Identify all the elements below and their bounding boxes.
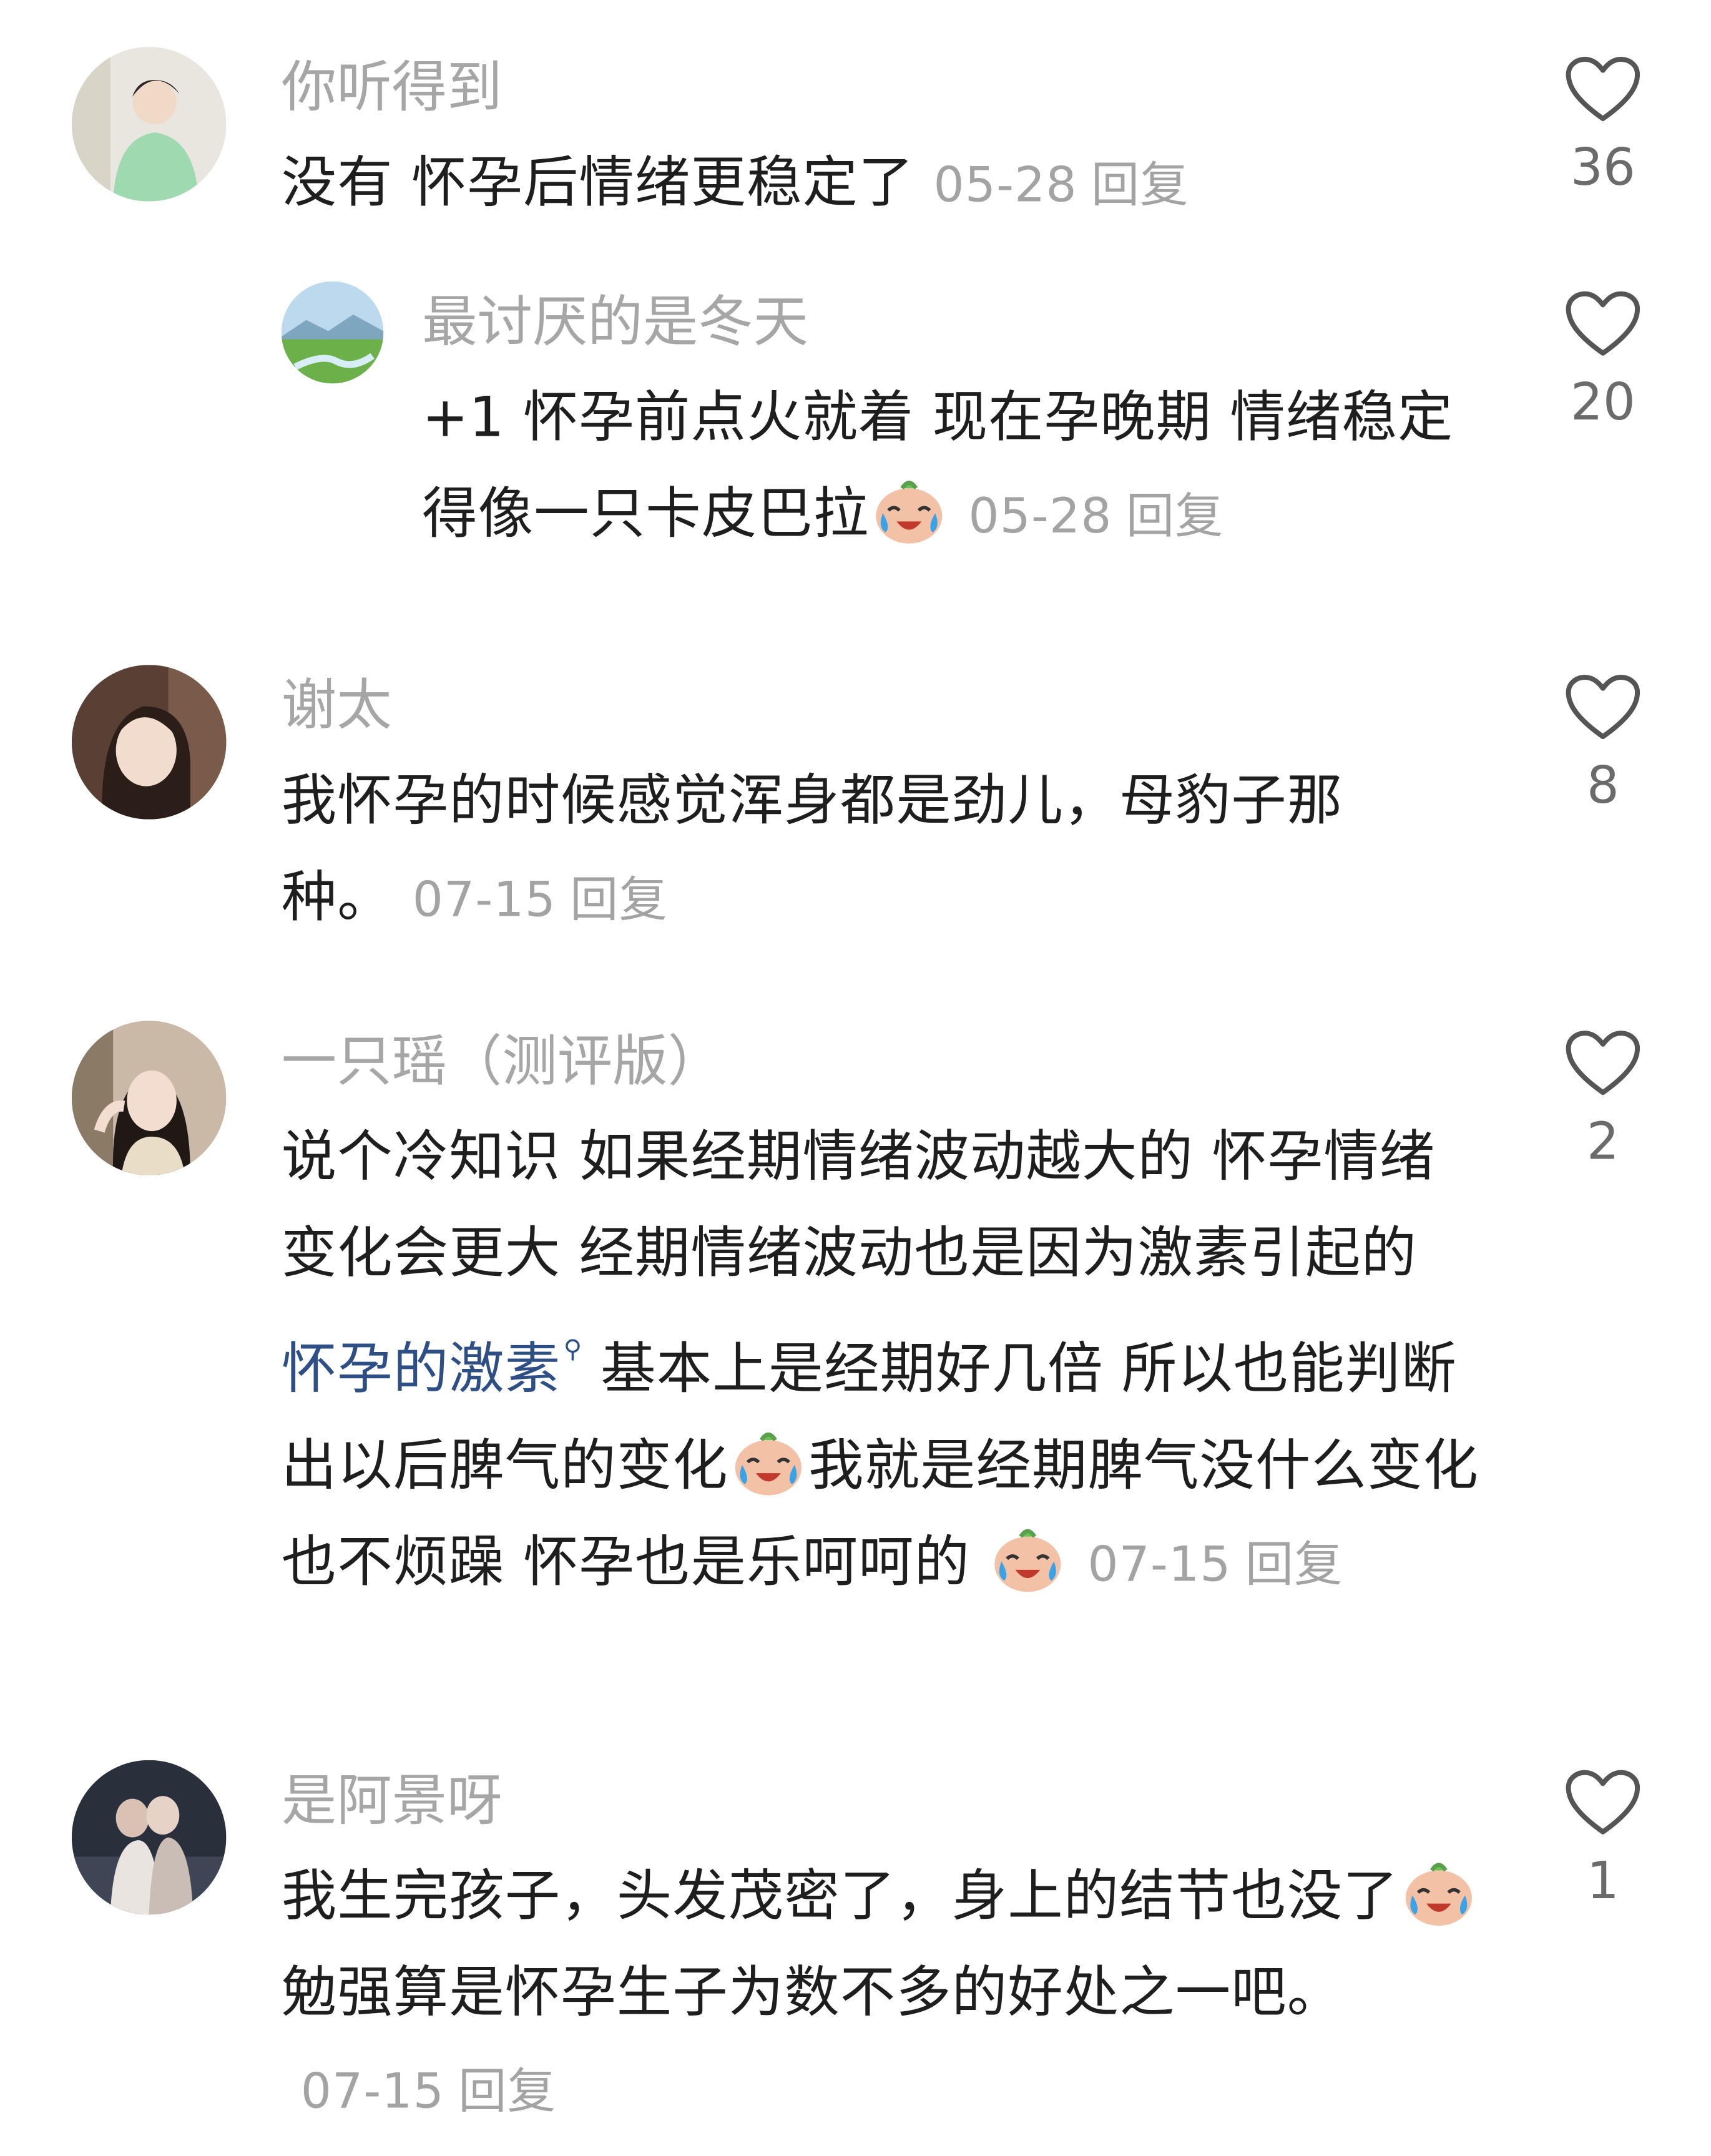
like-count: 8 [1586, 755, 1619, 816]
search-link[interactable]: 怀孕的激素 [282, 1338, 561, 1402]
like-count: 2 [1586, 1112, 1619, 1172]
avatar-landscape-icon [281, 281, 384, 384]
comment-text: 没有 怀孕后情绪更稳定了 05-28 回复 [282, 135, 1496, 235]
search-icon: ⚲ [563, 1335, 582, 1365]
comment-text-part2: 勉强算是怀孕生子为数不多的好处之一吧。 [281, 1961, 1343, 2026]
comment-text-part1: 我生完孩子，头发茂密了，身上的结节也没了 [281, 1864, 1399, 1929]
comment-date: 05-28 [933, 159, 1077, 214]
heart-icon [1566, 291, 1640, 356]
heart-icon [1566, 1031, 1640, 1095]
comment-text: 我怀孕的时候感觉浑身都是劲儿，母豹子那种。 07-15 回复 [282, 753, 1447, 949]
comment-text: +1 怀孕前点火就着 现在孕晚期 情绪稳定得像一只卡皮巴拉 05-28 回复 [422, 370, 1470, 566]
reply-button[interactable]: 回复 [458, 2065, 556, 2120]
avatar-couple-photo-icon [71, 1760, 227, 1915]
reply-button[interactable]: 回复 [1126, 489, 1224, 544]
username[interactable]: 一只瑶（测评版） [282, 1026, 723, 1098]
like-button[interactable]: 8 [1541, 673, 1665, 816]
like-count: 36 [1570, 137, 1635, 198]
avatar[interactable] [71, 1760, 227, 1915]
like-button[interactable]: 36 [1541, 55, 1665, 198]
avatar-woman-selfie-icon [71, 1021, 227, 1175]
username[interactable]: 谢太 [282, 670, 392, 742]
avatar-person-green-shirt-icon [71, 47, 227, 202]
comment-text: 我生完孩子，头发茂密了，身上的结节也没了 勉强算是怀孕生子为数不多的好处之一吧。… [282, 1848, 1482, 2140]
username[interactable]: 最讨厌的是冬天 [422, 287, 808, 359]
like-button[interactable]: 2 [1541, 1029, 1665, 1173]
comment-date: 07-15 [300, 2065, 445, 2120]
heart-icon [1566, 1770, 1640, 1835]
heart-icon [1566, 57, 1640, 122]
comment-date: 07-15 [412, 873, 557, 929]
cry-laugh-emoji-icon [735, 1432, 802, 1496]
like-count: 20 [1570, 372, 1635, 432]
avatar[interactable] [281, 281, 384, 384]
reply-button[interactable]: 回复 [1091, 159, 1189, 213]
like-count: 1 [1586, 1851, 1619, 1911]
cry-laugh-emoji-icon [876, 481, 943, 544]
avatar[interactable] [71, 665, 227, 820]
username[interactable]: 你听得到 [282, 52, 503, 124]
comment-date: 07-15 [1087, 1537, 1232, 1594]
heart-icon [1566, 675, 1640, 740]
reply-button[interactable]: 回复 [1245, 1538, 1343, 1593]
cry-laugh-emoji-icon [1405, 1863, 1472, 1926]
username[interactable]: 是阿景呀 [282, 1766, 503, 1838]
avatar-woman-portrait-icon [71, 665, 227, 820]
comment-list: 你听得到 没有 怀孕后情绪更稳定了 05-28 回复 36 最讨厌的是冬天 +1 怀… [0, 0, 1710, 2156]
avatar[interactable] [71, 1021, 227, 1175]
reply-button[interactable]: 回复 [570, 873, 668, 928]
comment-text-part1: 说个冷知识 如果经期情绪波动越大的 怀孕情绪变化会更大 经期情绪波动也是因为激素… [281, 1125, 1436, 1286]
comment-date: 05-28 [968, 489, 1112, 545]
comment-text-content: 没有 怀孕后情绪更稳定了 [281, 152, 914, 215]
avatar[interactable] [71, 47, 227, 202]
like-button[interactable]: 1 [1541, 1768, 1665, 1912]
like-button[interactable]: 20 [1541, 290, 1665, 433]
cry-laugh-emoji-icon [995, 1529, 1062, 1592]
comment-text: 说个冷知识 如果经期情绪波动越大的 怀孕情绪变化会更大 经期情绪波动也是因为激素… [282, 1109, 1482, 1614]
